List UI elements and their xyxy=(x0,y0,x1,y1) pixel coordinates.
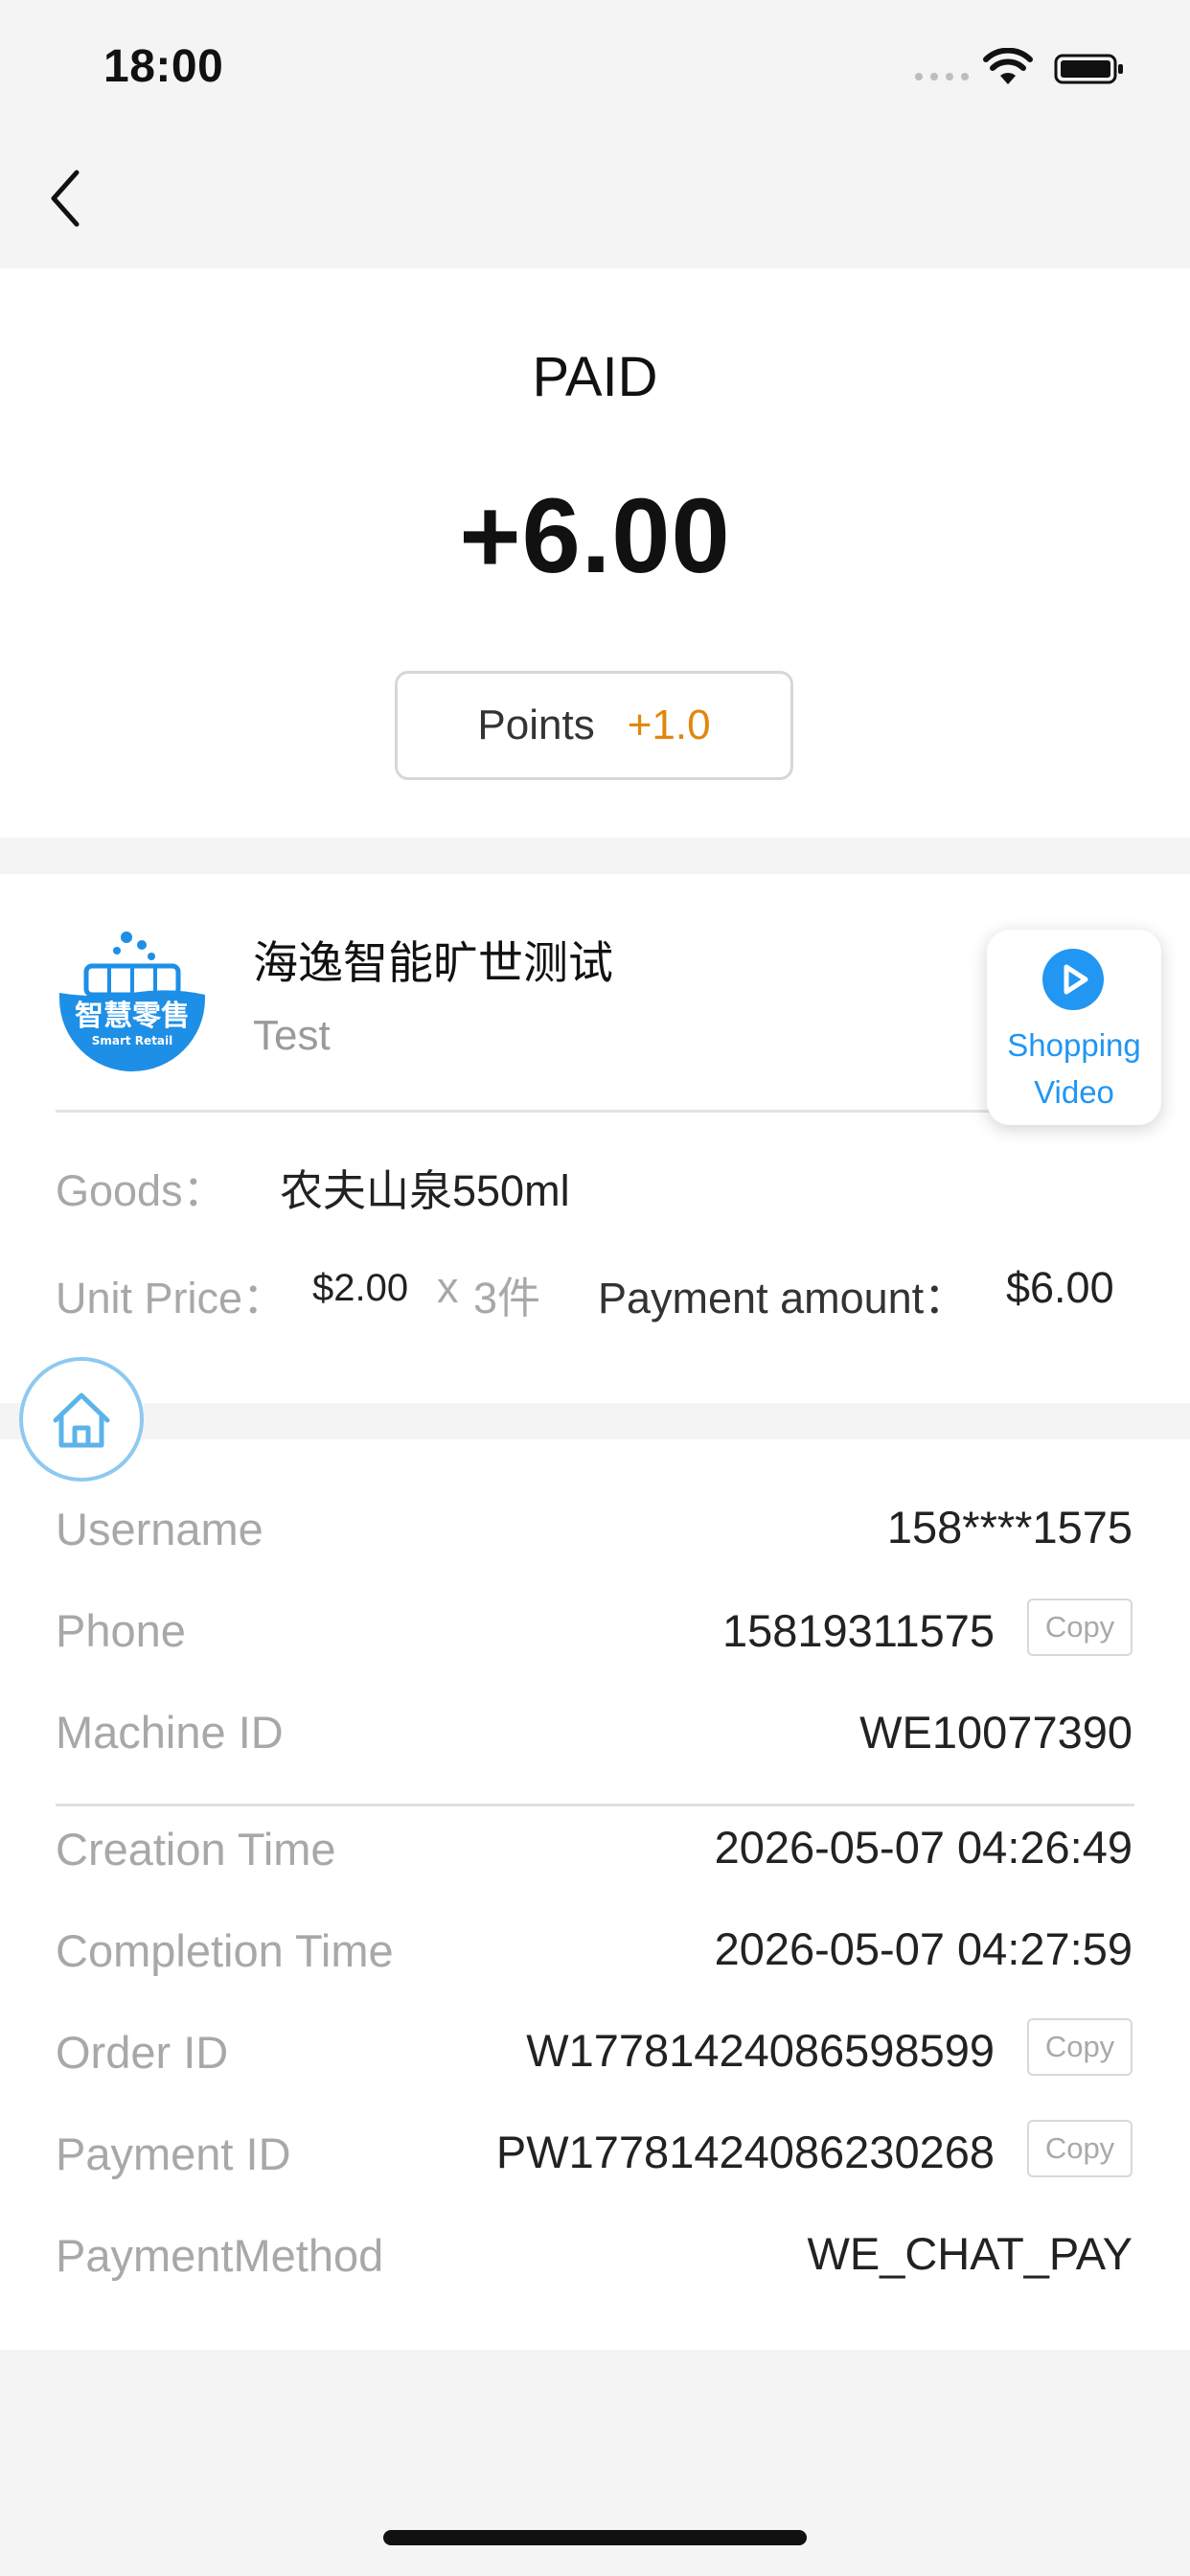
points-badge: Points +1.0 xyxy=(395,671,793,780)
phone-label: Phone xyxy=(56,1605,186,1656)
store-name: 海逸智能旷世测试 xyxy=(253,937,613,988)
store-logo: 智慧零售 Smart Retail xyxy=(56,920,209,1073)
points-label: Points xyxy=(477,702,595,748)
wifi-icon xyxy=(983,47,1033,86)
divider xyxy=(56,1110,1134,1113)
back-button[interactable] xyxy=(42,165,90,232)
completion-time-value: 2026-05-07 04:27:59 xyxy=(714,1923,1133,1974)
shopping-video-button[interactable]: Shopping Video xyxy=(987,930,1161,1125)
copy-payment-id-button[interactable]: Copy xyxy=(1027,2120,1133,2177)
machine-id-label: Machine ID xyxy=(56,1707,284,1758)
order-details-card xyxy=(0,1439,1190,2350)
payment-method-value: WE_CHAT_PAY xyxy=(807,2228,1133,2279)
completion-time-label: Completion Time xyxy=(56,1925,394,1976)
payment-total: +6.00 xyxy=(459,477,731,595)
payment-id-value: PW17781424086230268 xyxy=(495,2127,995,2177)
payment-id-label: Payment ID xyxy=(56,2128,291,2179)
payment-amount-label: Payment amount： xyxy=(598,1274,968,1322)
points-value: +1.0 xyxy=(627,702,711,748)
payment-amount-value: $6.00 xyxy=(1006,1263,1114,1312)
cellular-signal-icon xyxy=(915,69,969,82)
order-id-value: W17781424086598599 xyxy=(526,2025,995,2076)
order-id-label: Order ID xyxy=(56,2027,229,2078)
copy-phone-button[interactable]: Copy xyxy=(1027,1598,1133,1656)
goods-label: Goods： xyxy=(56,1166,226,1215)
store-subtitle: Test xyxy=(253,1012,331,1059)
shopping-video-label: Shopping Video xyxy=(1007,1027,1141,1110)
payment-status: PAID xyxy=(532,346,658,408)
divider xyxy=(56,1804,1134,1806)
creation-time-label: Creation Time xyxy=(56,1824,336,1874)
phone-value: 15819311575 xyxy=(721,1605,995,1656)
battery-icon xyxy=(1054,54,1125,84)
username-value: 158****1575 xyxy=(886,1502,1133,1552)
quantity-value: 3件 xyxy=(473,1274,541,1322)
creation-time-value: 2026-05-07 04:26:49 xyxy=(714,1822,1133,1873)
unit-price-label: Unit Price： xyxy=(56,1274,286,1322)
logo-subtext: Smart Retail xyxy=(92,1034,173,1047)
multiply-sign: x xyxy=(437,1263,459,1312)
home-indicator xyxy=(383,2530,807,2545)
machine-id-value: WE10077390 xyxy=(859,1707,1133,1758)
home-button[interactable] xyxy=(19,1357,144,1482)
chevron-left-icon xyxy=(51,170,80,227)
unit-price-value: $2.00 xyxy=(312,1267,409,1309)
home-icon xyxy=(53,1392,110,1448)
goods-value: 农夫山泉550ml xyxy=(280,1166,570,1215)
copy-order-id-button[interactable]: Copy xyxy=(1027,2018,1133,2076)
payment-method-label: PaymentMethod xyxy=(56,2230,384,2281)
logo-text: 智慧零售 xyxy=(75,1000,190,1033)
play-icon xyxy=(1042,949,1104,1010)
status-time: 18:00 xyxy=(103,41,224,92)
username-label: Username xyxy=(56,1504,263,1554)
